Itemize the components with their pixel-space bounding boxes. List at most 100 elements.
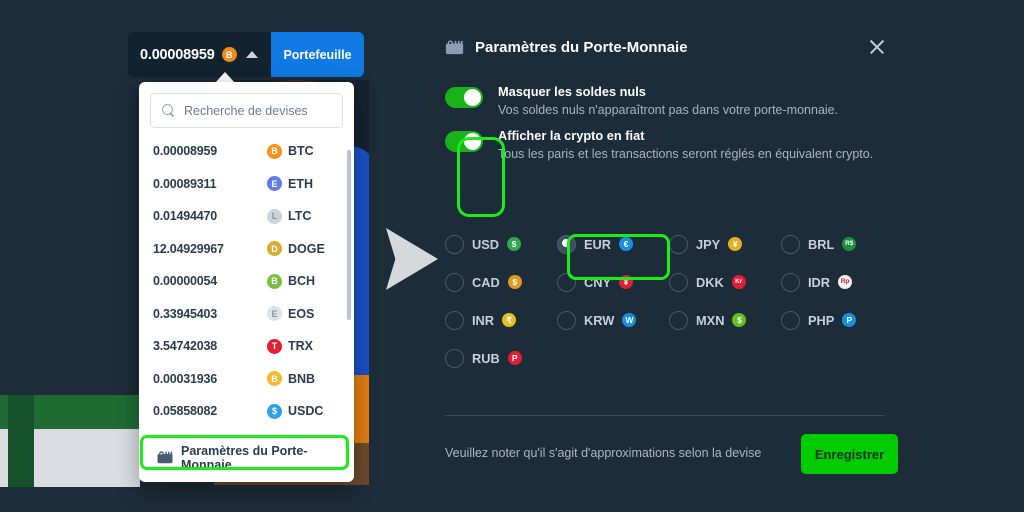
background-green-block-c (8, 395, 34, 487)
bnb-coin-icon: B (267, 371, 282, 387)
currency-option-jpy[interactable]: JPY ¥ (669, 232, 781, 256)
coin-balance-value: 0.00089311 (153, 176, 217, 191)
currency-option-krw[interactable]: KRW W (557, 308, 669, 332)
currency-code: USD (472, 236, 500, 252)
coin-identity: B BCH (267, 273, 315, 289)
currency-option-idr[interactable]: IDR Rp (781, 270, 893, 294)
dkk-currency-icon: Kr (731, 275, 746, 289)
currency-code: BRL (808, 236, 835, 252)
toggle-knob (464, 89, 481, 106)
radio-button[interactable] (445, 234, 464, 254)
radio-button[interactable] (781, 234, 800, 254)
coin-row[interactable]: 0.00089311 E ETH (139, 168, 354, 201)
coin-identity: T TRX (267, 338, 313, 354)
eth-coin-icon: E (267, 176, 282, 192)
coin-balance-value: 0.01494470 (153, 209, 218, 224)
currency-option-usd[interactable]: USD $ (445, 232, 557, 256)
radio-button[interactable] (669, 310, 688, 330)
coin-row[interactable]: 0.00000054 B BCH (139, 265, 354, 298)
currency-option-php[interactable]: PHP P (781, 308, 893, 332)
wallet-settings-icon (445, 39, 464, 54)
close-icon[interactable] (868, 38, 886, 56)
wallet-settings-menu-item[interactable]: Paramètres du Porte-Monnaie (147, 442, 346, 473)
coin-symbol: BTC (288, 144, 314, 159)
coin-row[interactable]: 0.00008959 B BTC (139, 135, 354, 168)
radio-button[interactable] (445, 348, 464, 368)
coin-symbol: LTC (288, 209, 312, 224)
coin-balance-value: 0.33945403 (153, 306, 218, 321)
toggle-settings-group: Masquer les soldes nuls Vos soldes nuls n… (428, 70, 900, 164)
radio-button[interactable] (445, 310, 464, 330)
coin-row[interactable]: 12.04929967 D DOGE (139, 233, 354, 266)
currency-option-inr[interactable]: INR ₹ (445, 308, 557, 332)
currency-option-cad[interactable]: CAD $ (445, 270, 557, 294)
radio-button[interactable] (669, 272, 688, 292)
radio-button[interactable] (445, 272, 464, 292)
coin-identity: B BTC (267, 143, 314, 159)
currency-code: JPY (696, 236, 721, 252)
save-button[interactable]: Enregistrer (801, 434, 898, 474)
currency-code: MXN (696, 312, 725, 328)
currency-option-rub[interactable]: RUB P (445, 346, 557, 370)
currency-code: DKK (696, 274, 724, 290)
screenshot-root: 0.00008959 B Portefeuille Recherche de d… (0, 0, 1024, 512)
doge-coin-icon: D (267, 241, 282, 257)
currency-option-cny[interactable]: CNY ¥ (557, 270, 669, 294)
panel-footer: Veuillez noter qu'il s'agit d'approximat… (445, 428, 898, 482)
inr-currency-icon: ₹ (502, 313, 517, 327)
chevron-up-icon[interactable] (245, 51, 258, 58)
coin-row[interactable]: 0.33945403 E EOS (139, 298, 354, 331)
radio-button[interactable] (669, 234, 688, 254)
footer-divider (445, 415, 885, 416)
panel-title: Paramètres du Porte-Monnaie (475, 38, 688, 56)
idr-currency-icon: Rp (838, 275, 853, 289)
fiat-currency-radio-group[interactable]: USD $ EUR € JPY ¥ BRL R$ CAD $ CNY ¥ DKK Kr IDR Rp INR ₹ K… (445, 232, 895, 370)
coin-row[interactable]: 0.05858082 $ USDC (139, 395, 354, 428)
balance-amount: 0.00008959 (140, 46, 215, 63)
currency-option-mxn[interactable]: MXN $ (669, 308, 781, 332)
coin-symbol: BNB (288, 371, 316, 386)
brl-currency-icon: R$ (842, 237, 857, 251)
wallet-settings-menu-label: Paramètres du Porte-Monnaie (181, 443, 308, 472)
currency-code: KRW (584, 312, 615, 328)
currency-dropdown: Recherche de devises 0.00008959 B BTC 0.000… (139, 82, 354, 482)
currency-option-brl[interactable]: BRL R$ (781, 232, 893, 256)
toggle-switch[interactable] (445, 130, 483, 152)
rub-currency-icon: P (507, 351, 522, 365)
radio-button[interactable] (557, 310, 576, 330)
jpy-currency-icon: ¥ (728, 237, 743, 251)
toggle-texts: Afficher la crypto en fiat Tous les paris… (498, 128, 873, 164)
currency-search-box[interactable]: Recherche de devises (150, 93, 343, 128)
coin-balance-value: 0.00031936 (153, 371, 218, 386)
coin-identity: E ETH (267, 176, 313, 192)
coin-row[interactable]: 3.54742038 T TRX (139, 330, 354, 363)
coin-balance-value: 3.54742038 (153, 339, 218, 354)
toggle-row: Masquer les soldes nuls Vos soldes nuls n… (445, 84, 900, 120)
currency-code: EUR (584, 236, 612, 252)
coin-row[interactable]: 0.00031936 B BNB (139, 363, 354, 396)
toggle-row: Afficher la crypto en fiat Tous les paris… (445, 128, 900, 164)
currency-option-dkk[interactable]: DKK Kr (669, 270, 781, 294)
coin-symbol: DOGE (288, 241, 325, 256)
toggle-switch[interactable] (445, 87, 483, 108)
coin-row[interactable]: 0.01494470 L LTC (139, 200, 354, 233)
cny-currency-icon: ¥ (619, 275, 634, 289)
currency-code: PHP (808, 312, 835, 328)
radio-button[interactable] (781, 310, 800, 330)
coin-balance-list[interactable]: 0.00008959 B BTC 0.00089311 E ETH 0.01494470 L L… (139, 135, 354, 428)
coin-balance-value: 0.00008959 (153, 144, 218, 159)
currency-code: CNY (584, 274, 612, 290)
ltc-coin-icon: L (267, 208, 282, 224)
currency-option-eur[interactable]: EUR € (557, 232, 669, 256)
radio-button[interactable] (557, 234, 576, 254)
coin-list-scrollbar[interactable] (347, 150, 351, 320)
usd-currency-icon: $ (507, 237, 522, 251)
balance-pill[interactable]: 0.00008959 B (128, 32, 271, 77)
btc-coin-icon: B (267, 143, 282, 159)
radio-button[interactable] (557, 272, 576, 292)
portefeuille-button[interactable]: Portefeuille (271, 32, 364, 77)
coin-identity: $ USDC (267, 403, 323, 419)
coin-symbol: EOS (288, 306, 315, 321)
wallet-settings-panel: Paramètres du Porte-Monnaie Masquer les … (428, 24, 900, 494)
radio-button[interactable] (781, 272, 800, 292)
